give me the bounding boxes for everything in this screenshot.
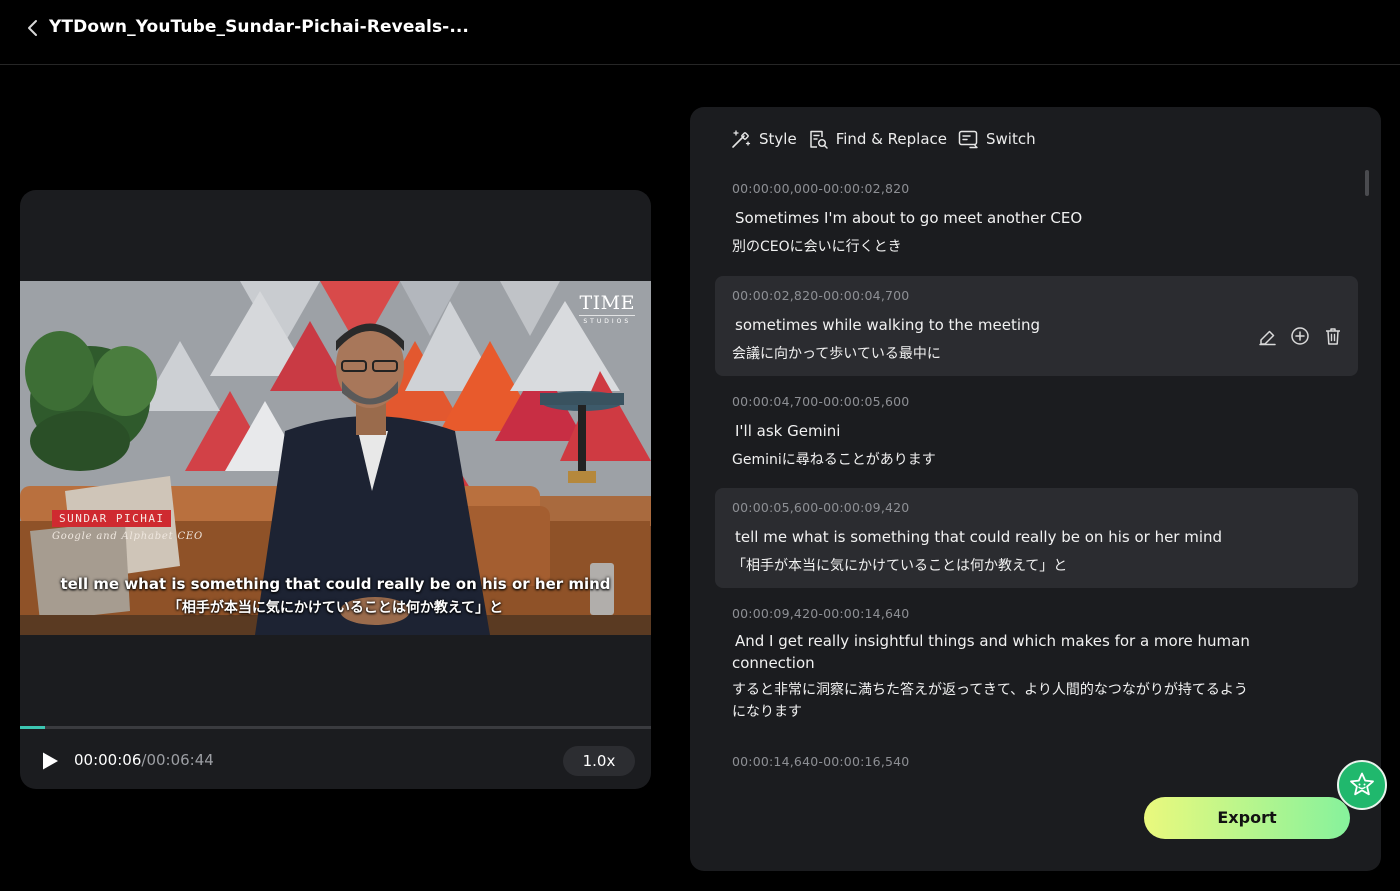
back-icon[interactable] [22, 17, 44, 39]
transcript-segment[interactable]: 00:00:09,420-00:00:14,640 And I get real… [715, 594, 1358, 734]
transcript-panel: Style Find & Replace Switch 00:00:00,000… [690, 107, 1381, 871]
transcript-segment[interactable]: 00:00:00,000-00:00:02,820 Sometimes I'm … [715, 169, 1358, 265]
video-caption-japanese: 「相手が本当に気にかけていることは何か教えて」と [167, 600, 504, 616]
playback-speed-button[interactable]: 1.0x [563, 746, 635, 776]
style-label: Style [759, 130, 797, 148]
floating-help-button[interactable] [1337, 760, 1387, 810]
segment-japanese-text[interactable]: 別のCEOに会いに行くとき [732, 236, 902, 256]
speaker-name: SUNDAR PICHAI [52, 510, 171, 527]
trash-icon[interactable] [1322, 325, 1344, 347]
subtitle-switch-icon [958, 130, 978, 149]
eraser-icon[interactable] [1256, 325, 1278, 347]
find-replace-button[interactable]: Find & Replace [807, 128, 947, 150]
video-player: TIME STUDIOS SUNDAR PICHAI Google and Al… [20, 190, 651, 789]
segment-english-text[interactable]: tell me what is something that could rea… [735, 528, 1222, 546]
brand-logo: TIME STUDIOS [579, 293, 635, 325]
switch-button[interactable]: Switch [957, 128, 1036, 150]
segment-timestamp: 00:00:14,640-00:00:16,540 [732, 754, 910, 769]
top-bar: YTDown_YouTube_Sundar-Pichai-Reveals-... [0, 0, 1400, 65]
transcript-scrollbar[interactable] [1365, 170, 1369, 196]
plus-circle-icon[interactable] [1289, 325, 1311, 347]
style-button[interactable]: Style [730, 128, 797, 150]
segment-english-text[interactable]: I'll ask Gemini [735, 422, 840, 440]
find-replace-label: Find & Replace [835, 130, 947, 148]
transcript-segment-hovered[interactable]: 00:00:02,820-00:00:04,700 sometimes whil… [715, 276, 1358, 376]
progress-bar[interactable] [20, 726, 651, 729]
segment-timestamp: 00:00:02,820-00:00:04,700 [732, 288, 910, 303]
segment-timestamp: 00:00:00,000-00:00:02,820 [732, 181, 910, 196]
document-title: YTDown_YouTube_Sundar-Pichai-Reveals-... [49, 17, 469, 37]
segment-timestamp: 00:00:04,700-00:00:05,600 [732, 394, 910, 409]
current-time: 00:00:06 [74, 751, 142, 769]
time-readout: 00:00:06/00:06:44 [74, 751, 214, 769]
segment-actions [1245, 325, 1344, 347]
video-caption-english: tell me what is something that could rea… [60, 575, 611, 593]
transcript-segment-active[interactable]: 00:00:05,600-00:00:09,420 tell me what i… [715, 488, 1358, 588]
transcript-segment[interactable]: 00:00:14,640-00:00:16,540 [715, 743, 1358, 783]
speaker-role: Google and Alphabet CEO [52, 531, 203, 542]
total-time: 00:06:44 [146, 751, 214, 769]
play-icon[interactable] [40, 751, 60, 771]
brand-logo-title: TIME [579, 292, 635, 314]
brand-logo-subtitle: STUDIOS [579, 315, 635, 325]
document-search-icon [809, 130, 828, 149]
segment-timestamp: 00:00:05,600-00:00:09,420 [732, 500, 910, 515]
segment-japanese-text[interactable]: 会議に向かって歩いている最中に [732, 343, 941, 363]
magic-wand-icon [732, 130, 751, 148]
star-smile-icon [1350, 772, 1374, 796]
switch-label: Switch [986, 130, 1036, 148]
segment-english-text[interactable]: And I get really insightful things and w… [732, 630, 1252, 674]
segment-japanese-text[interactable]: すると非常に洞察に満ちた答えが返ってきて、より人間的なつながりが持てるようになり… [732, 679, 1252, 723]
progress-fill [20, 726, 46, 729]
segment-english-text[interactable]: sometimes while walking to the meeting [735, 316, 1040, 334]
segment-english-text[interactable]: Sometimes I'm about to go meet another C… [735, 209, 1082, 227]
transcript-segment[interactable]: 00:00:04,700-00:00:05,600 I'll ask Gemin… [715, 382, 1358, 478]
segment-timestamp: 00:00:09,420-00:00:14,640 [732, 606, 910, 621]
export-button[interactable]: Export [1144, 797, 1350, 839]
transcript-toolbar: Style Find & Replace Switch [730, 127, 1046, 151]
segment-japanese-text[interactable]: 「相手が本当に気にかけていることは何か教えて」と [732, 555, 1067, 575]
segment-japanese-text[interactable]: Geminiに尋ねることがあります [732, 449, 936, 469]
video-frame[interactable]: TIME STUDIOS SUNDAR PICHAI Google and Al… [20, 281, 651, 635]
speaker-lower-third: SUNDAR PICHAI Google and Alphabet CEO [52, 507, 203, 542]
